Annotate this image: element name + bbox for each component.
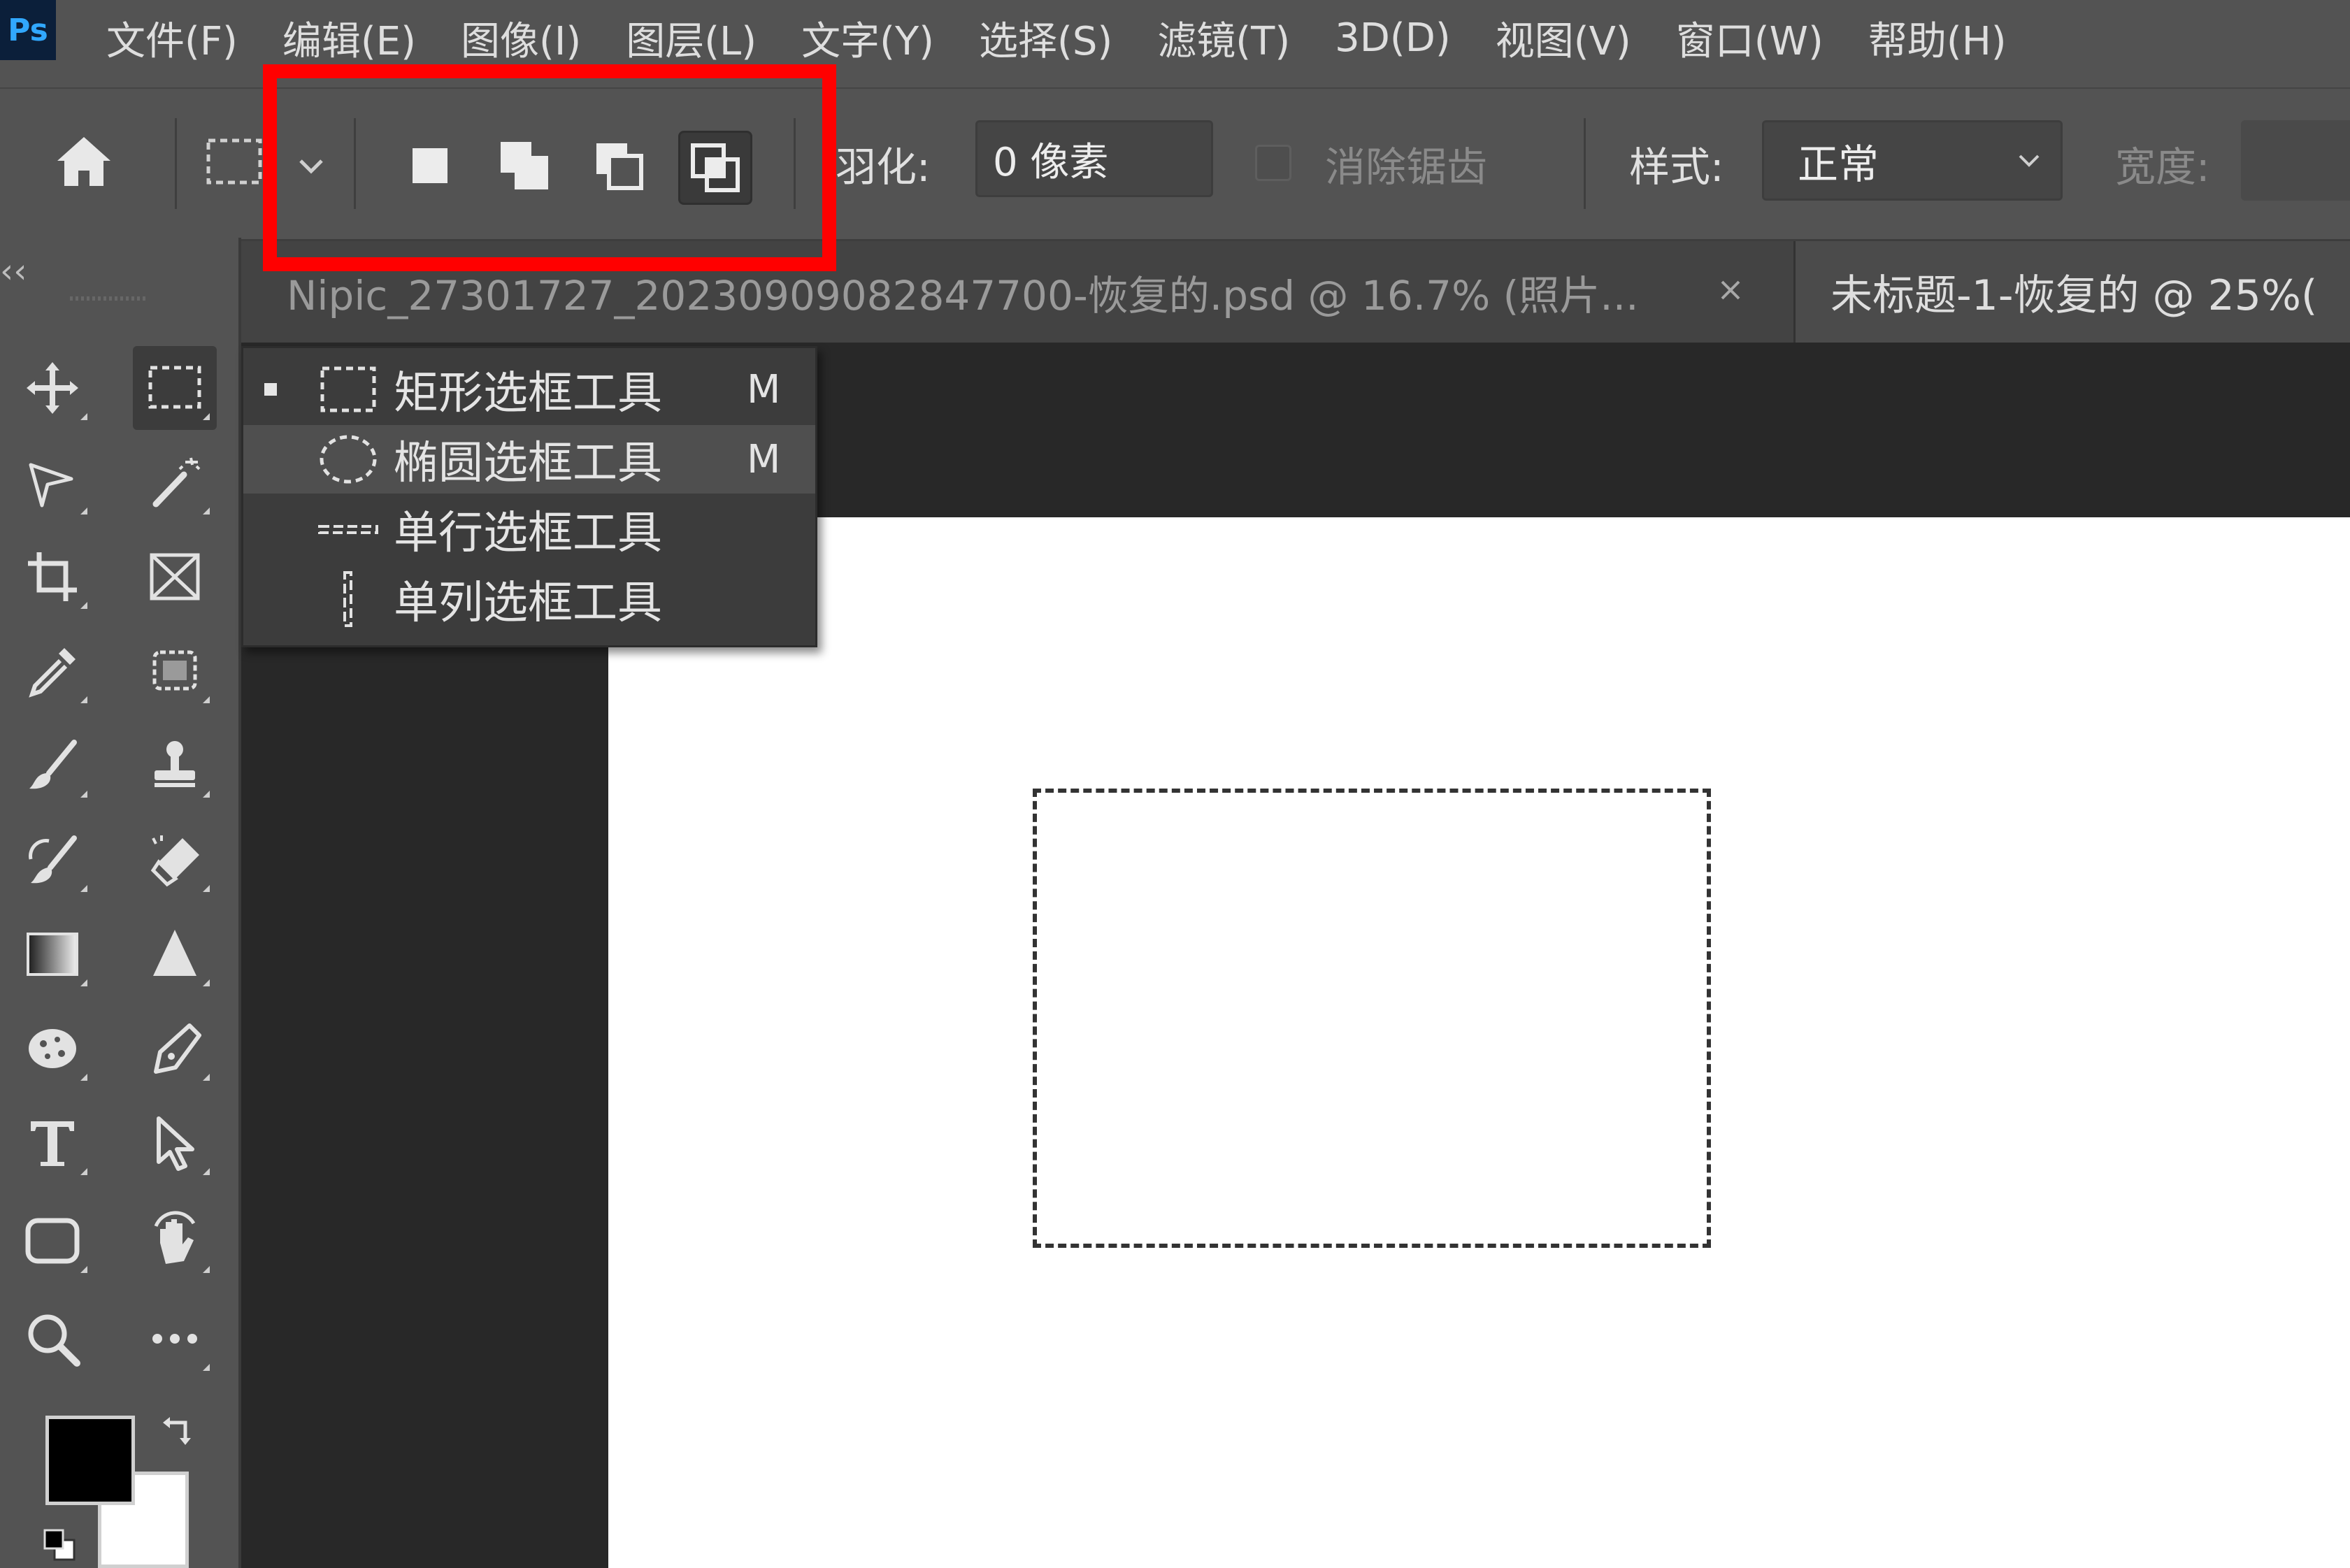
single-column-marquee-icon — [317, 568, 380, 631]
brush-tool-icon[interactable] — [10, 724, 94, 807]
elliptical-marquee-icon — [317, 428, 380, 491]
lasso-tool-icon[interactable] — [10, 440, 94, 524]
menu-image[interactable]: 图像(I) — [461, 10, 581, 66]
frame-tool-icon[interactable] — [133, 535, 217, 619]
path-selection-tool-icon[interactable] — [133, 1101, 217, 1185]
width-input[interactable] — [2241, 120, 2350, 201]
eyedropper-tool-icon[interactable] — [10, 629, 94, 713]
menu-file[interactable]: 文件(F) — [106, 10, 238, 66]
chevron-down-icon — [2019, 154, 2040, 167]
feather-label: 羽化: — [836, 143, 931, 191]
collapse-panel-icon[interactable]: ‹‹ — [0, 252, 27, 291]
current-tool-indicator — [264, 383, 277, 396]
hand-tool-icon[interactable] — [133, 1199, 217, 1283]
menu-layer[interactable]: 图层(L) — [626, 10, 757, 66]
flyout-item-rectangular-marquee[interactable]: 矩形选框工具 M — [243, 355, 815, 424]
gradient-tool-icon[interactable] — [10, 912, 94, 996]
foreground-color-swatch[interactable] — [45, 1416, 135, 1505]
options-separator — [1584, 118, 1586, 209]
style-value: 正常 — [1798, 140, 1879, 188]
flyout-item-elliptical-marquee[interactable]: 椭圆选框工具 M — [243, 425, 815, 494]
rectangular-marquee-tool-icon[interactable] — [133, 346, 217, 430]
history-brush-tool-icon[interactable] — [10, 818, 94, 902]
panel-grip[interactable] — [70, 292, 147, 305]
menu-edit[interactable]: 编辑(E) — [282, 10, 416, 66]
swap-colors-icon[interactable] — [157, 1409, 199, 1451]
move-tool-icon[interactable] — [10, 346, 94, 430]
tool-preset-picker[interactable] — [203, 131, 266, 194]
clone-stamp-tool-icon[interactable] — [133, 724, 217, 807]
flyout-label: 单列选框工具 — [394, 577, 662, 629]
antialias-checkbox[interactable] — [1255, 145, 1291, 181]
marquee-tools-flyout: 矩形选框工具 M 椭圆选框工具 M 单行选框工具 单列选框工具 — [241, 346, 817, 647]
crop-tool-icon[interactable] — [10, 535, 94, 619]
rectangle-tool-icon[interactable] — [10, 1199, 94, 1283]
tab-title: Nipic_27301727_20230909082847700-恢复的.psd… — [287, 271, 1639, 319]
magic-wand-tool-icon[interactable] — [133, 440, 217, 524]
flyout-item-single-row-marquee[interactable]: 单行选框工具 — [243, 495, 815, 563]
menu-window[interactable]: 窗口(W) — [1676, 10, 1824, 66]
menu-select[interactable]: 选择(S) — [979, 10, 1112, 66]
flyout-label: 椭圆选框工具 — [394, 438, 662, 489]
menu-type[interactable]: 文字(Y) — [801, 10, 934, 66]
type-tool-icon[interactable] — [10, 1101, 94, 1185]
pen-tool-icon[interactable] — [133, 1007, 217, 1091]
close-icon[interactable] — [1710, 269, 1751, 311]
antialias-label: 消除锯齿 — [1325, 143, 1488, 191]
options-separator — [175, 118, 177, 209]
home-icon[interactable] — [49, 127, 119, 197]
more-tools-icon[interactable] — [133, 1297, 217, 1381]
flyout-label: 单行选框工具 — [394, 508, 662, 559]
photoshop-logo: Ps — [0, 0, 56, 60]
style-label: 样式: — [1629, 143, 1724, 191]
flyout-shortcut: M — [747, 366, 781, 412]
highlight-box — [263, 64, 836, 271]
menu-help[interactable]: 帮助(H) — [1868, 10, 2007, 66]
object-selection-tool-icon[interactable] — [133, 629, 217, 713]
eraser-tool-icon[interactable] — [133, 818, 217, 902]
document-tab-active[interactable]: 未标题-1-恢复的 @ 25%( — [1793, 241, 2350, 343]
single-row-marquee-icon — [317, 498, 380, 561]
style-select[interactable]: 正常 — [1762, 120, 2063, 201]
sponge-tool-icon[interactable] — [10, 1007, 94, 1091]
rectangular-selection[interactable] — [1033, 789, 1711, 1248]
menu-view[interactable]: 视图(V) — [1496, 10, 1631, 66]
blur-tool-icon[interactable] — [133, 912, 217, 996]
default-colors-icon[interactable] — [42, 1527, 77, 1562]
feather-input[interactable]: 0 像素 — [975, 120, 1213, 197]
zoom-tool-icon[interactable] — [10, 1297, 94, 1381]
menu-filter[interactable]: 滤镜(T) — [1157, 10, 1290, 66]
width-label: 宽度: — [2115, 143, 2210, 191]
tab-title: 未标题-1-恢复的 @ 25%( — [1830, 271, 2318, 320]
flyout-item-single-column-marquee[interactable]: 单列选框工具 — [243, 565, 815, 633]
flyout-label: 矩形选框工具 — [394, 368, 662, 419]
flyout-shortcut: M — [747, 436, 781, 482]
menu-3d[interactable]: 3D(D) — [1335, 15, 1451, 61]
rectangular-marquee-icon — [317, 358, 380, 421]
